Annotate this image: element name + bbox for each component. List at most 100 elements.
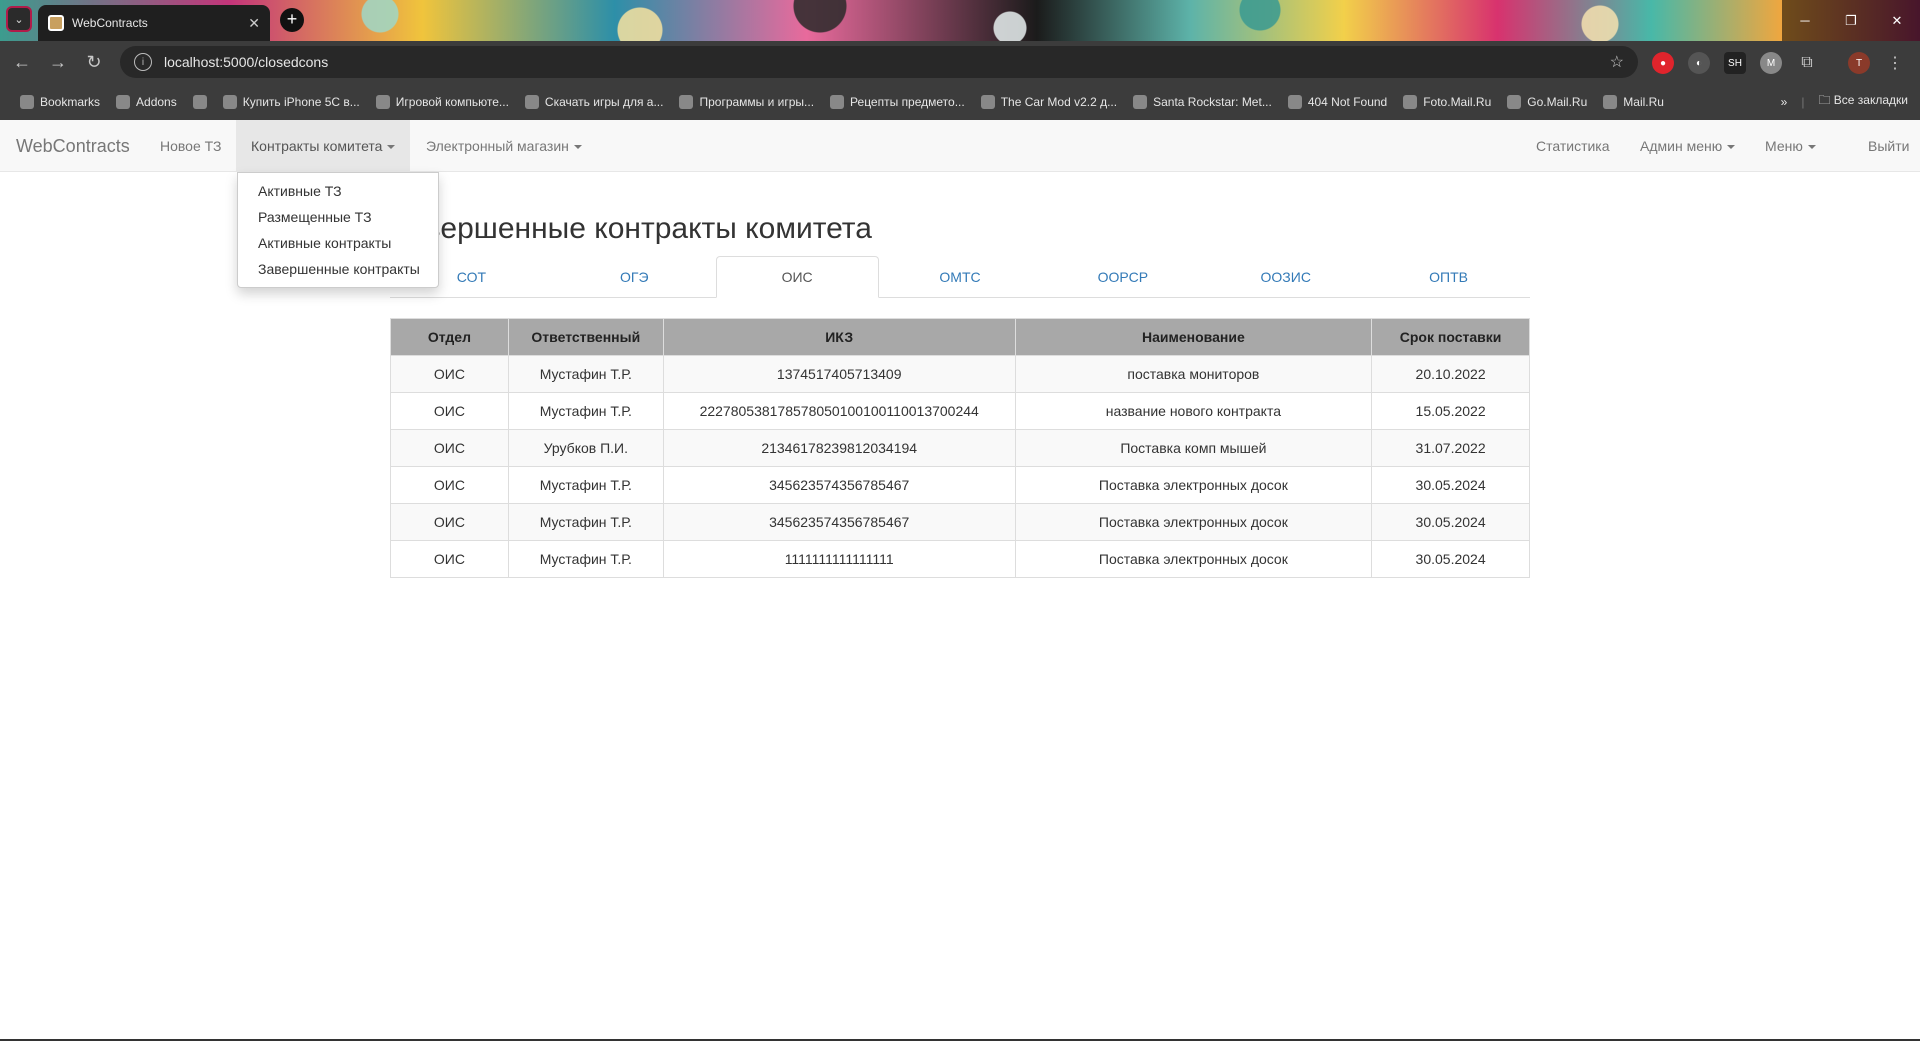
omnibox[interactable]: i localhost:5000/closedcons ☆ bbox=[120, 46, 1638, 78]
minimize-icon[interactable]: ─ bbox=[1782, 0, 1828, 41]
table-cell: название нового контракта bbox=[1014, 392, 1373, 430]
table-cell: 30.05.2024 bbox=[1371, 540, 1530, 578]
adblock-extension-icon[interactable]: ● bbox=[1652, 52, 1674, 74]
url-text[interactable]: localhost:5000/closedcons bbox=[164, 54, 1598, 70]
mail-icon bbox=[1403, 94, 1418, 109]
table-cell: 30.05.2024 bbox=[1371, 466, 1530, 504]
table-cell: ОИС bbox=[390, 540, 509, 578]
puzzle-extension-icon[interactable]: ◐ bbox=[1688, 52, 1710, 74]
bookmark-item[interactable]: Скачать игры для а... bbox=[517, 88, 672, 116]
bookmark-item[interactable]: Foto.Mail.Ru bbox=[1395, 88, 1499, 116]
bookmark-label: The Car Mod v2.2 д... bbox=[1000, 94, 1118, 109]
browser-menu-icon[interactable]: ⋮ bbox=[1884, 52, 1906, 74]
nav-stats[interactable]: Статистика bbox=[1521, 120, 1625, 172]
table-cell: Мустафин Т.Р. bbox=[507, 503, 664, 541]
recipe-icon bbox=[830, 94, 845, 109]
dropdown-item[interactable]: Размещенные ТЗ bbox=[238, 204, 438, 230]
browser-tab-strip: ⌄ WebContracts ✕ + ─ ❐ ✕ bbox=[0, 0, 1920, 41]
tab-4[interactable]: ООРСР bbox=[1041, 256, 1204, 297]
bookmark-item[interactable]: Go.Mail.Ru bbox=[1499, 88, 1595, 116]
back-icon[interactable]: ← bbox=[4, 44, 40, 80]
star-icon bbox=[20, 94, 34, 109]
bookmark-label: Addons bbox=[136, 94, 177, 109]
nav-new-tz[interactable]: Новое ТЗ bbox=[145, 120, 237, 172]
reload-icon[interactable]: ↻ bbox=[76, 44, 112, 80]
table-row[interactable]: ОИС Мустафин Т.Р. 1374517405713409 поставка… bbox=[390, 355, 1530, 393]
restore-icon[interactable]: ❐ bbox=[1828, 0, 1874, 41]
table-cell: Поставка электронных досок bbox=[1014, 540, 1373, 578]
sh-extension-icon[interactable]: SH bbox=[1724, 52, 1746, 74]
app-navbar: WebContracts Новое ТЗ Контракты комитета… bbox=[0, 120, 1920, 172]
tab-title: WebContracts bbox=[72, 16, 148, 30]
table-row[interactable]: ОИС Мустафин Т.Р. 1111111111111111 Поставка… bbox=[390, 540, 1530, 578]
bookmark-item[interactable]: Mail.Ru bbox=[1595, 88, 1672, 116]
nav-menu-label: Меню bbox=[1765, 138, 1803, 154]
m-extension-icon[interactable]: M bbox=[1760, 52, 1782, 74]
dropdown-item[interactable]: Активные ТЗ bbox=[238, 178, 438, 204]
site-info-icon[interactable]: i bbox=[134, 53, 152, 71]
extensions-icon[interactable]: ⧉ bbox=[1796, 52, 1818, 74]
table-cell: Поставка электронных досок bbox=[1014, 466, 1373, 504]
forward-icon[interactable]: → bbox=[40, 44, 76, 80]
bookmark-label: Go.Mail.Ru bbox=[1527, 94, 1588, 109]
column-header[interactable]: Срок поставки bbox=[1371, 318, 1530, 356]
bookmark-item[interactable]: Игровой компьюте... bbox=[368, 88, 517, 116]
site-favicon-icon bbox=[48, 15, 64, 31]
bookmark-item[interactable]: Рецепты предмето... bbox=[822, 88, 973, 116]
android-icon bbox=[524, 94, 539, 109]
tab-search-button[interactable]: ⌄ bbox=[6, 6, 32, 32]
more-bookmarks-icon[interactable]: » bbox=[1781, 95, 1788, 109]
window-controls: ─ ❐ ✕ bbox=[1782, 0, 1920, 41]
bookmark-item[interactable]: Addons bbox=[108, 88, 185, 116]
bookmarks-bar: Bookmarks Addons Купить iPhone 5С в... Игро… bbox=[0, 83, 1920, 120]
nav-menu[interactable]: Меню bbox=[1750, 120, 1831, 172]
new-tab-button[interactable]: + bbox=[280, 8, 304, 32]
table-row[interactable]: ОИС Мустафин Т.Р. 345623574356785467 Постав… bbox=[390, 466, 1530, 504]
all-bookmarks-folder[interactable]: 🗀 Все закладки bbox=[1818, 91, 1908, 112]
addons-icon bbox=[116, 94, 131, 109]
nav-admin-menu[interactable]: Админ меню bbox=[1625, 120, 1750, 172]
tab-6[interactable]: ОПТВ bbox=[1367, 256, 1530, 297]
column-header[interactable]: ИКЗ bbox=[662, 318, 1016, 356]
bookmark-item[interactable]: Santa Rockstar: Met... bbox=[1125, 88, 1280, 116]
table-row[interactable]: ОИС Мустафин Т.Р. 222780538178578050100100… bbox=[390, 392, 1530, 430]
table-row[interactable]: ОИС Мустафин Т.Р. 345623574356785467 Постав… bbox=[390, 503, 1530, 541]
tab-1[interactable]: ОГЭ bbox=[553, 256, 716, 297]
bookmark-label: Игровой компьюте... bbox=[395, 94, 509, 109]
bookmarks-divider: | bbox=[1801, 94, 1805, 109]
bookmark-item[interactable]: The Car Mod v2.2 д... bbox=[973, 88, 1125, 116]
table-cell: 1111111111111111 bbox=[662, 540, 1016, 578]
dropdown-item[interactable]: Завершенные контракты bbox=[238, 256, 438, 282]
bookmark-label: Foto.Mail.Ru bbox=[1423, 94, 1492, 109]
nav-eshop[interactable]: Электронный магазин bbox=[411, 120, 597, 172]
table-cell: 222780538178578050100100110013700244 bbox=[662, 392, 1016, 430]
browser-tab[interactable]: WebContracts ✕ bbox=[38, 5, 270, 41]
tab-5[interactable]: ООЗИС bbox=[1204, 256, 1367, 297]
bookmark-item[interactable]: Программы и игры... bbox=[671, 88, 822, 116]
table-cell: 345623574356785467 bbox=[662, 503, 1016, 541]
bookmark-label: Скачать игры для а... bbox=[544, 94, 664, 109]
tab-2[interactable]: ОИС bbox=[715, 256, 879, 298]
bookmark-item[interactable]: Купить iPhone 5С в... bbox=[215, 88, 368, 116]
column-header[interactable]: Наименование bbox=[1014, 318, 1373, 356]
profile-avatar[interactable]: T bbox=[1848, 52, 1870, 74]
column-header[interactable]: Отдел bbox=[390, 318, 509, 356]
close-window-icon[interactable]: ✕ bbox=[1874, 0, 1920, 41]
dropdown-item[interactable]: Активные контракты bbox=[238, 230, 438, 256]
bookmark-item[interactable]: 404 Not Found bbox=[1280, 88, 1395, 116]
table-cell: 1374517405713409 bbox=[662, 355, 1016, 393]
tab-3[interactable]: ОМТС bbox=[879, 256, 1042, 297]
bookmark-item[interactable]: Bookmarks bbox=[12, 88, 108, 116]
table-cell: Поставка комп мышей bbox=[1014, 429, 1373, 467]
nav-logout[interactable]: Выйти bbox=[1853, 120, 1920, 172]
table-cell: 30.05.2024 bbox=[1371, 503, 1530, 541]
bookmark-item[interactable] bbox=[185, 88, 215, 116]
bookmark-star-icon[interactable]: ☆ bbox=[1610, 52, 1624, 72]
globe-icon bbox=[375, 94, 390, 109]
table-cell: 20.10.2022 bbox=[1371, 355, 1530, 393]
table-row[interactable]: ОИС Урубков П.И. 21346178239812034194 Поста… bbox=[390, 429, 1530, 467]
brand-link[interactable]: WebContracts bbox=[16, 120, 130, 172]
column-header[interactable]: Ответственный bbox=[507, 318, 664, 356]
nav-committee-contracts[interactable]: Контракты комитета bbox=[236, 120, 411, 172]
close-tab-icon[interactable]: ✕ bbox=[248, 15, 260, 32]
